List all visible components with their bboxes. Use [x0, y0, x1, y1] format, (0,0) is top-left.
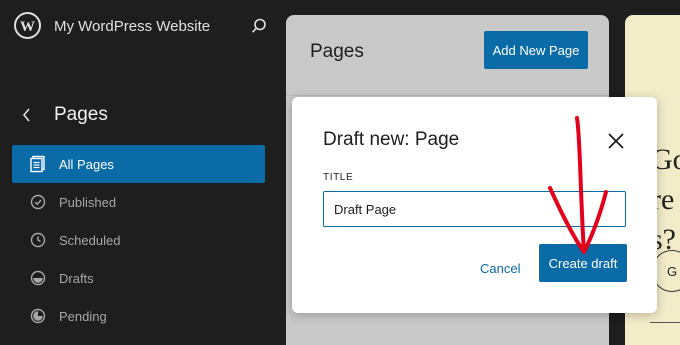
- modal-title: Draft new: Page: [323, 129, 460, 150]
- title-field-label: TITLE: [323, 172, 354, 183]
- draft-new-page-modal: Draft new: Page TITLE Cancel Create draf…: [292, 97, 657, 313]
- sidebar-item-label: Pending: [59, 308, 107, 324]
- close-icon[interactable]: [602, 127, 630, 155]
- cancel-button[interactable]: Cancel: [474, 252, 526, 284]
- title-input[interactable]: [323, 191, 626, 227]
- chevron-left-icon[interactable]: [20, 106, 34, 124]
- wordpress-logo-icon[interactable]: W: [14, 12, 41, 39]
- sidebar-item-drafts[interactable]: Drafts: [12, 259, 265, 297]
- drafts-icon: [29, 269, 47, 287]
- scheduled-icon: [29, 231, 47, 249]
- sidebar-item-label: Published: [59, 194, 117, 210]
- divider: [286, 95, 609, 96]
- section-title: Pages: [54, 104, 108, 125]
- search-icon[interactable]: [250, 17, 268, 35]
- sidebar-item-scheduled[interactable]: Scheduled: [12, 221, 265, 259]
- sidebar-item-pending[interactable]: Pending: [12, 297, 265, 335]
- pending-icon: [29, 307, 47, 325]
- sidebar-item-published[interactable]: Published: [12, 183, 265, 221]
- published-icon: [29, 193, 47, 211]
- site-title[interactable]: My WordPress Website: [54, 18, 210, 35]
- svg-text:W: W: [20, 19, 35, 35]
- add-new-page-button[interactable]: Add New Page: [484, 31, 588, 69]
- create-draft-button[interactable]: Create draft: [539, 244, 627, 282]
- sidebar-item-label: Scheduled: [59, 232, 121, 248]
- preview-divider: [650, 322, 680, 323]
- sidebar-item-all-pages[interactable]: All Pages: [12, 145, 265, 183]
- pages-icon: [29, 155, 47, 173]
- sidebar-item-label: All Pages: [59, 156, 114, 172]
- sidebar-item-label: Drafts: [59, 270, 94, 286]
- sidebar-nav: All Pages Published Scheduled Drafts Pen…: [12, 145, 265, 335]
- sidebar: W My WordPress Website Pages All Pages P…: [0, 0, 278, 341]
- pages-panel-title: Pages: [310, 41, 364, 62]
